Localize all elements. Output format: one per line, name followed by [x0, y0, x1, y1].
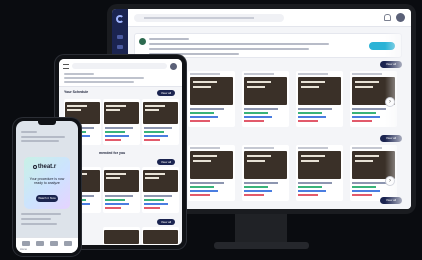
view-all-button[interactable]: View all	[157, 219, 175, 225]
tab-icon[interactable]	[50, 241, 58, 246]
video-card[interactable]	[142, 167, 179, 213]
tablet-header	[59, 59, 182, 87]
bell-icon[interactable]	[384, 14, 391, 21]
view-all-button[interactable]: View all	[157, 90, 175, 96]
video-card[interactable]	[188, 145, 235, 201]
video-card[interactable]	[103, 167, 140, 213]
home-tab-icon[interactable]	[22, 241, 30, 246]
tab-home-label: Home	[20, 248, 27, 251]
monitor-base	[214, 242, 309, 249]
app-logo-icon[interactable]	[116, 15, 124, 23]
video-card[interactable]	[142, 227, 179, 245]
avatar[interactable]	[170, 63, 177, 70]
video-card[interactable]	[242, 71, 289, 127]
video-card[interactable]	[142, 99, 179, 145]
video-card[interactable]	[296, 145, 343, 201]
sidebar-nav-icon[interactable]	[117, 35, 123, 39]
video-card[interactable]	[242, 145, 289, 201]
watch-now-button[interactable]: Watch it Now	[36, 195, 58, 202]
bottom-tab-bar: Home	[16, 237, 78, 253]
desktop-topbar	[128, 9, 411, 27]
sidebar-nav-icon[interactable]	[117, 45, 123, 49]
video-card[interactable]	[103, 99, 140, 145]
phone-device: theat.r Your procedure is now ready to a…	[13, 118, 81, 256]
brand-name: theat.r	[37, 164, 57, 170]
notification-modal: theat.r Your procedure is now ready to a…	[24, 157, 70, 209]
view-all-button[interactable]: View all	[157, 159, 175, 165]
notification-message: Your procedure is now ready to analyze	[29, 177, 65, 186]
search-input[interactable]	[72, 63, 167, 69]
section-title: Your Schedule	[64, 90, 89, 94]
section-title: mended for you	[99, 151, 126, 155]
video-card[interactable]	[103, 227, 140, 245]
video-card[interactable]	[296, 71, 343, 127]
phone-screen: theat.r Your procedure is now ready to a…	[16, 121, 78, 253]
video-card[interactable]	[188, 71, 235, 127]
tab-icon[interactable]	[36, 241, 44, 246]
avatar	[139, 38, 146, 45]
search-input[interactable]	[134, 14, 284, 22]
menu-icon[interactable]	[63, 64, 69, 69]
tab-icon[interactable]	[64, 241, 72, 246]
avatar[interactable]	[396, 13, 405, 22]
monitor-stand	[235, 214, 287, 244]
